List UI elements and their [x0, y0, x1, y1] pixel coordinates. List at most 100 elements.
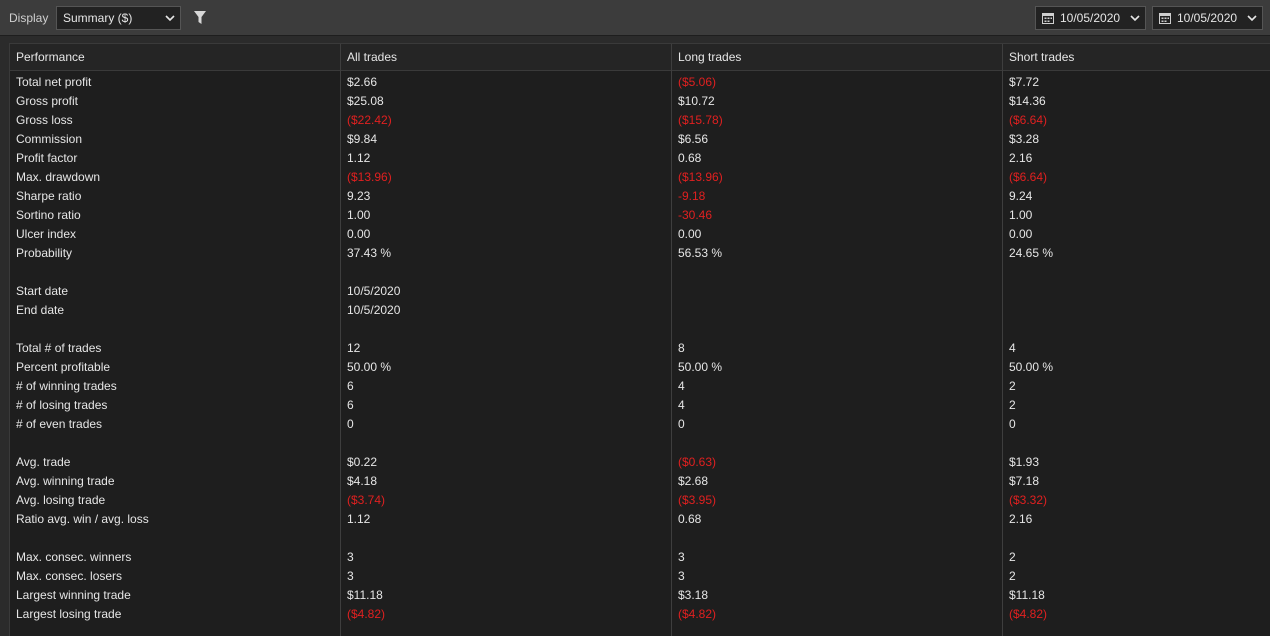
table-row: Percent profitable 50.00 % 50.00 % 50.00 %	[10, 358, 1270, 377]
chevron-down-icon	[165, 15, 175, 22]
long-trades-value: $2.68	[678, 474, 709, 488]
short-trades-value: 24.65 %	[1009, 246, 1054, 260]
short-trades-value: 9.24	[1009, 189, 1033, 203]
row-label: # of even trades	[16, 417, 103, 431]
long-trades-value: 4	[678, 379, 685, 393]
column-header-all-trades[interactable]: All trades	[341, 44, 672, 71]
all-trades-value: 9.23	[347, 189, 371, 203]
short-trades-value	[1003, 434, 1270, 453]
all-trades-value: $11.18	[347, 588, 383, 602]
short-trades-value: 2	[1009, 550, 1016, 564]
short-trades-value: ($6.64)	[1009, 170, 1048, 184]
row-label: Total net profit	[16, 75, 92, 89]
row-label: Probability	[16, 246, 73, 260]
short-trades-value: $1.93	[1009, 455, 1040, 469]
row-label: Max. consec. losers	[16, 569, 123, 583]
short-trades-value: 2.16	[1009, 151, 1033, 165]
grid-header: Performance All trades Long trades Short…	[10, 44, 1270, 71]
short-trades-value	[1003, 263, 1270, 282]
to-date-picker[interactable]: 10/05/2020	[1152, 6, 1263, 30]
row-label	[10, 320, 341, 339]
table-row: Gross profit $25.08 $10.72 $14.36	[10, 92, 1270, 111]
long-trades-value: -30.46	[678, 208, 713, 222]
all-trades-value: $25.08	[347, 94, 384, 108]
column-header-performance[interactable]: Performance	[10, 44, 341, 71]
row-label: Start date	[16, 284, 69, 298]
row-label: # of losing trades	[16, 398, 108, 412]
all-trades-value: ($22.42)	[347, 113, 392, 127]
table-row	[10, 434, 1270, 453]
row-label	[10, 263, 341, 282]
all-trades-value	[341, 434, 672, 453]
row-label: Gross loss	[16, 113, 73, 127]
row-label: Sortino ratio	[16, 208, 81, 222]
long-trades-value: $10.72	[678, 94, 715, 108]
short-trades-value: 1.00	[1009, 208, 1033, 222]
from-date-picker[interactable]: 10/05/2020	[1035, 6, 1146, 30]
long-trades-value: ($5.06)	[678, 75, 717, 89]
column-header-long-trades[interactable]: Long trades	[672, 44, 1003, 71]
row-label: # of winning trades	[16, 379, 117, 393]
long-trades-value	[672, 320, 1003, 339]
chevron-down-icon	[1130, 15, 1140, 22]
performance-grid: Performance All trades Long trades Short…	[9, 43, 1270, 636]
row-label: Ulcer index	[16, 227, 77, 241]
row-label: Avg. losing trade	[16, 493, 106, 507]
table-row: Avg. trade $0.22 ($0.63) $1.93	[10, 453, 1270, 472]
all-trades-value	[341, 529, 672, 548]
all-trades-value: 6	[347, 379, 354, 393]
table-row: Sortino ratio 1.00 -30.46 1.00	[10, 206, 1270, 225]
long-trades-value	[672, 282, 1003, 301]
all-trades-value: ($3.74)	[347, 493, 386, 507]
all-trades-value: 10/5/2020	[347, 284, 401, 298]
table-row: Sharpe ratio 9.23 -9.18 9.24	[10, 187, 1270, 206]
short-trades-value: $7.72	[1009, 75, 1040, 89]
short-trades-value	[1003, 282, 1270, 301]
display-select[interactable]: Summary ($)	[56, 6, 181, 30]
short-trades-value: $11.18	[1009, 588, 1045, 602]
row-label: End date	[16, 303, 65, 317]
long-trades-value: 4	[678, 398, 685, 412]
display-label: Display	[9, 11, 49, 25]
all-trades-value: 1.12	[347, 151, 371, 165]
column-header-short-trades[interactable]: Short trades	[1003, 44, 1270, 71]
short-trades-value: $7.18	[1009, 474, 1040, 488]
long-trades-value: 56.53 %	[678, 246, 723, 260]
table-row: Avg. winning trade $4.18 $2.68 $7.18	[10, 472, 1270, 491]
short-trades-value: 0.00	[1009, 227, 1033, 241]
short-trades-value: 2	[1009, 398, 1016, 412]
all-trades-value	[341, 263, 672, 282]
table-row: Avg. losing trade ($3.74) ($3.95) ($3.32)	[10, 491, 1270, 510]
row-label: Gross profit	[16, 94, 79, 108]
toolbar: Display Summary ($) 10/05/2020 10/05/202…	[0, 0, 1270, 36]
table-row	[10, 320, 1270, 339]
long-trades-value: ($4.82)	[678, 607, 717, 621]
all-trades-value: 3	[347, 569, 354, 583]
table-row: Total # of trades 12 8 4	[10, 339, 1270, 358]
all-trades-value: ($13.96)	[347, 170, 392, 184]
short-trades-value	[1003, 301, 1270, 320]
table-row: Largest winning trade $11.18 $3.18 $11.18	[10, 586, 1270, 605]
short-trades-value: $14.36	[1009, 94, 1046, 108]
all-trades-value: 6	[347, 398, 354, 412]
display-select-value: Summary ($)	[63, 11, 133, 25]
long-trades-value	[672, 529, 1003, 548]
long-trades-value	[672, 434, 1003, 453]
long-trades-value: 3	[678, 550, 685, 564]
filter-icon[interactable]	[193, 10, 207, 26]
long-trades-value: 0.68	[678, 512, 702, 526]
table-row: Total net profit $2.66 ($5.06) $7.72	[10, 73, 1270, 92]
long-trades-value: ($15.78)	[678, 113, 723, 127]
table-row: Ratio avg. win / avg. loss 1.12 0.68 2.16	[10, 510, 1270, 529]
all-trades-value: ($4.82)	[347, 607, 386, 621]
all-trades-value	[341, 320, 672, 339]
table-row: Max. drawdown ($13.96) ($13.96) ($6.64)	[10, 168, 1270, 187]
short-trades-value: ($4.82)	[1009, 607, 1048, 621]
long-trades-value: $6.56	[678, 132, 709, 146]
short-trades-value: 2.16	[1009, 512, 1033, 526]
long-trades-value: 0	[678, 417, 685, 431]
row-label: Max. consec. winners	[16, 550, 132, 564]
long-trades-value: ($0.63)	[678, 455, 717, 469]
row-label: Ratio avg. win / avg. loss	[16, 512, 149, 526]
row-label: Percent profitable	[16, 360, 111, 374]
